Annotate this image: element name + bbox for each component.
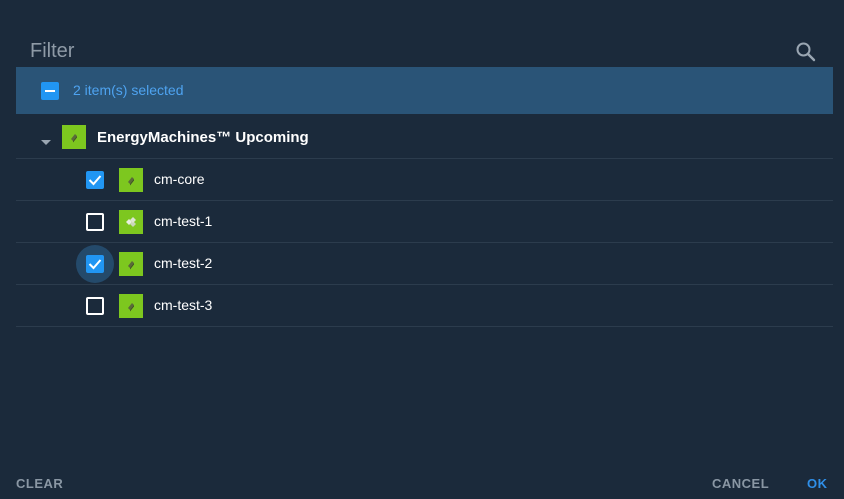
cancel-button[interactable]: CANCEL [712,476,769,491]
select-all-checkbox[interactable] [41,82,59,100]
item-checkbox[interactable] [86,171,104,189]
item-checkbox[interactable] [86,213,104,231]
tree-item-row[interactable]: cm-test-1 [16,201,833,243]
selection-bar: 2 item(s) selected [16,67,833,114]
selection-count: 2 item(s) selected [73,82,184,98]
item-checkbox[interactable] [86,255,104,273]
item-label: cm-test-3 [154,297,213,313]
tree-item-row[interactable]: cm-test-3 [16,285,833,327]
tree-item-row[interactable]: cm-core [16,159,833,201]
item-checkbox[interactable] [86,297,104,315]
tree-group-row[interactable]: EnergyMachines™ Upcoming [16,116,833,159]
app-group-icon [62,125,86,149]
item-label: cm-core [154,171,205,187]
app-icon [119,294,143,318]
filter-tree: EnergyMachines™ Upcoming cm-core cm-test… [16,116,833,327]
tree-item-row[interactable]: cm-test-2 [16,243,833,285]
clear-button[interactable]: CLEAR [16,476,63,491]
app-icon [119,252,143,276]
app-icon [119,168,143,192]
expand-caret-icon[interactable] [40,134,52,145]
filter-input[interactable] [30,38,770,64]
filter-bar [16,30,833,66]
ok-button[interactable]: OK [807,476,828,491]
item-label: cm-test-1 [154,213,213,229]
item-label: cm-test-2 [154,255,213,271]
app-icon [119,210,143,234]
tree-group-label: EnergyMachines™ Upcoming [97,129,309,146]
filter-dialog: 2 item(s) selected EnergyMachines™ Upcom… [0,0,844,499]
search-icon[interactable] [794,40,818,64]
